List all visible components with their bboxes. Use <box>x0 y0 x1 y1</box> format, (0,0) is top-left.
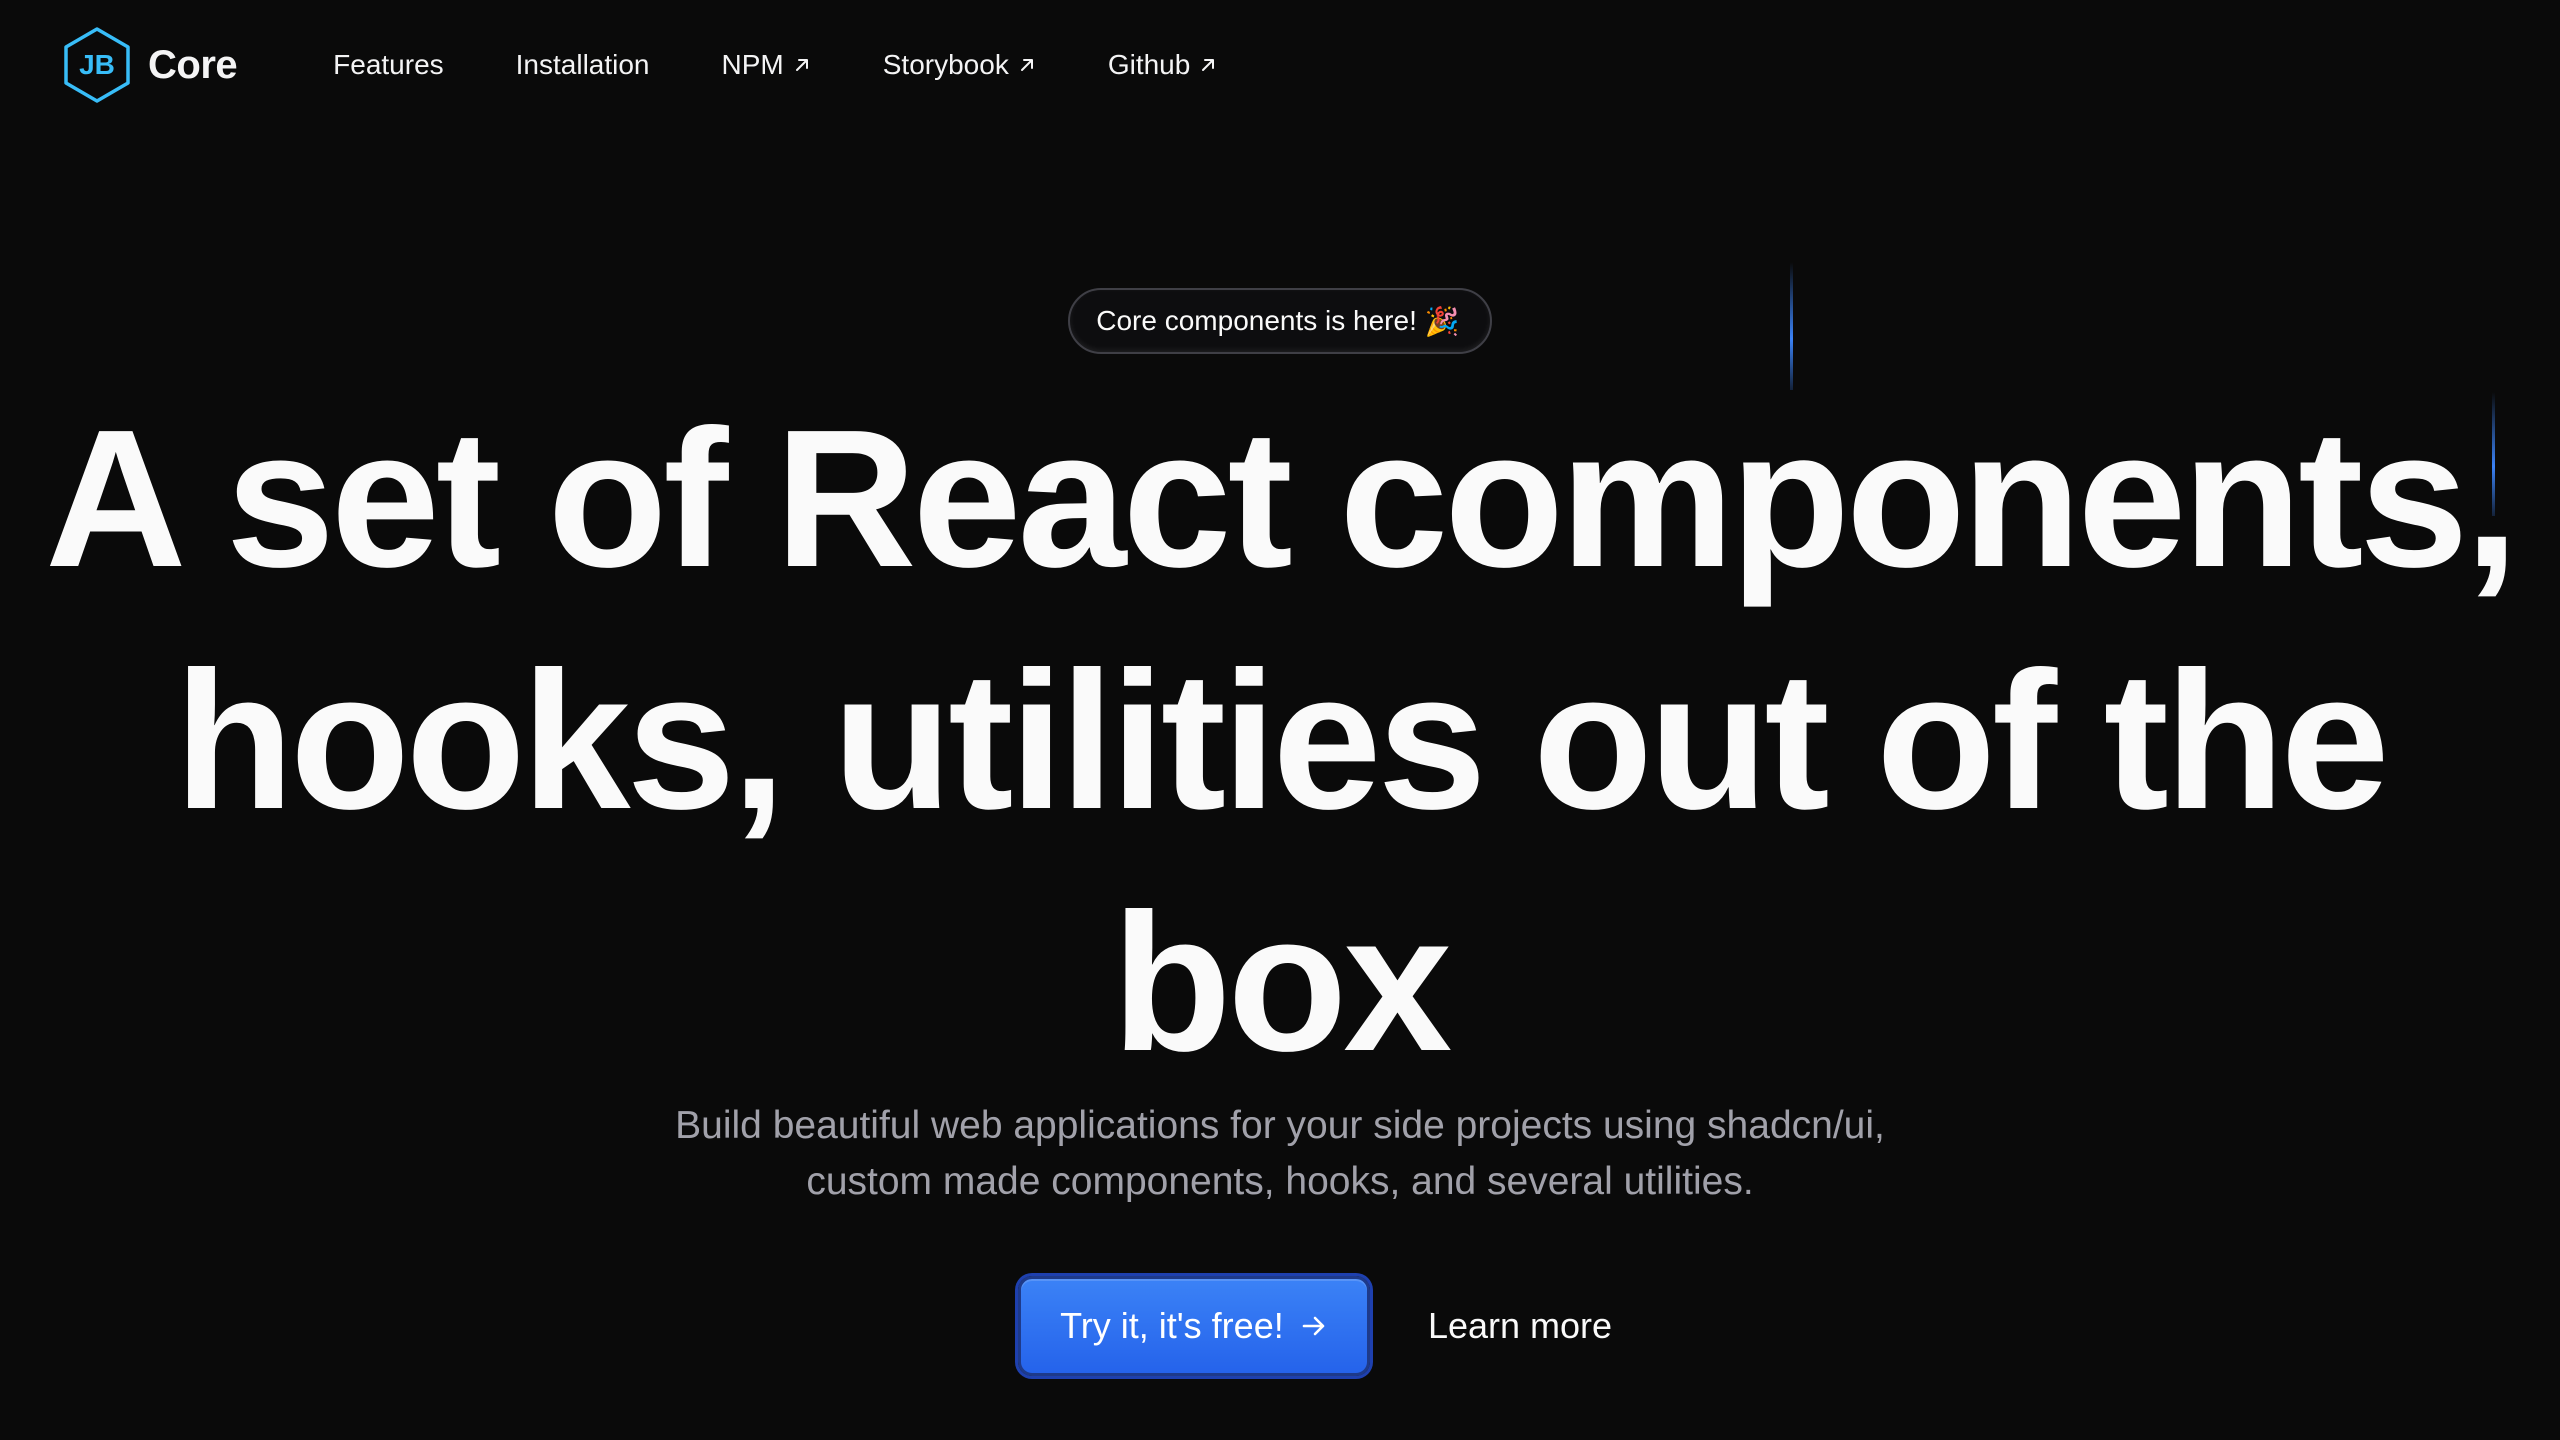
headline-line: hooks, utilities out of the <box>174 631 2389 850</box>
external-arrow-icon <box>1202 59 1215 71</box>
nav-link-features[interactable]: Features <box>333 49 444 81</box>
try-it-free-label: Try it, it's free! <box>1060 1305 1284 1346</box>
hero-headline: A set of React components, hooks, utilit… <box>0 378 2560 1104</box>
nav-link-label: Storybook <box>882 49 1009 80</box>
party-popper-icon: 🎉 <box>1424 304 1460 338</box>
nav-link-installation[interactable]: Installation <box>516 49 650 81</box>
cta-row: Try it, it's free! Learn more <box>0 1276 2560 1376</box>
nav-link-label: Features <box>333 49 444 80</box>
external-arrow-icon <box>795 59 808 71</box>
headline-line: box <box>1111 873 1452 1092</box>
site-header: JB Core Features Installation NPM Storyb… <box>0 0 2560 130</box>
brand-name: Core <box>148 42 238 87</box>
nav-link-npm[interactable]: NPM <box>722 49 811 81</box>
announcement-label: Core components is here! <box>1096 305 1417 336</box>
subtitle-line: custom made components, hooks, and sever… <box>806 1160 1754 1203</box>
nav-link-label: NPM <box>721 49 784 80</box>
announcement-badge[interactable]: Core components is here! 🎉 <box>1068 288 1492 354</box>
landing-page: JB Core Features Installation NPM Storyb… <box>0 0 2560 1440</box>
arrow-right-icon <box>1302 1316 1325 1336</box>
main-nav: Features Installation NPM Storybook Gith… <box>333 49 1289 81</box>
logo-text: JB <box>79 49 115 80</box>
nav-link-storybook[interactable]: Storybook <box>883 49 1036 81</box>
nav-link-label: Installation <box>515 49 650 80</box>
learn-more-button[interactable]: Learn more <box>1428 1276 1612 1376</box>
nav-link-label: Github <box>1107 49 1191 80</box>
nav-link-github[interactable]: Github <box>1108 49 1218 81</box>
headline-line: A set of React components, <box>45 389 2519 608</box>
brand-home-link[interactable]: JB Core <box>62 26 238 104</box>
try-it-free-button[interactable]: Try it, it's free! <box>1017 1276 1370 1376</box>
external-arrow-icon <box>1020 59 1033 71</box>
hexagon-logo-icon: JB <box>64 27 130 103</box>
learn-more-label: Learn more <box>1427 1305 1613 1346</box>
subtitle-line: Build beautiful web applications for you… <box>675 1104 1885 1147</box>
announcement-wrap: Core components is here! 🎉 <box>0 288 2560 354</box>
hero-subtitle: Build beautiful web applications for you… <box>0 1098 2560 1210</box>
